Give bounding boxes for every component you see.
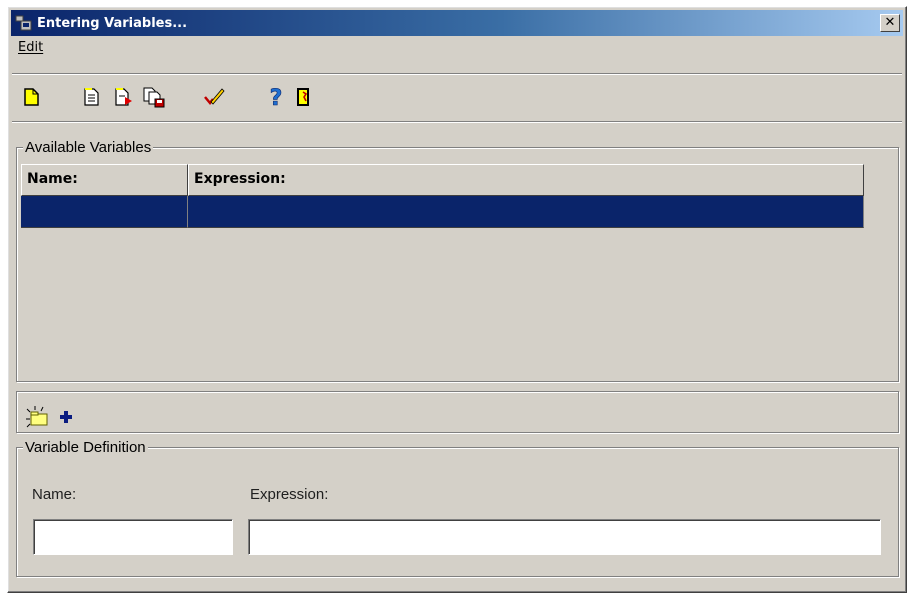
variable-definition-title: Variable Definition [23,439,148,456]
cell-expression[interactable] [188,196,864,228]
close-button[interactable]: ✕ [880,14,900,32]
save-icon[interactable] [142,85,166,109]
menu-bar: Edit [12,37,49,57]
svg-text:?: ? [270,86,283,109]
check-icon[interactable] [202,85,226,109]
entering-variables-window: Entering Variables... ✕ Edit ? Available… [7,6,907,593]
name-label: Name: [32,486,77,503]
expression-input[interactable] [248,519,881,555]
window-title: Entering Variables... [37,15,188,31]
expression-label: Expression: [250,486,329,503]
new-document-icon[interactable] [20,85,44,109]
document-export-icon[interactable] [112,85,136,109]
cell-name[interactable] [21,196,188,228]
app-icon [15,14,33,32]
document-icon[interactable] [80,85,104,109]
table-header: Name: Expression: [21,164,864,196]
name-input[interactable] [33,519,233,555]
title-bar[interactable]: Entering Variables... ✕ [11,10,903,36]
new-folder-icon[interactable] [25,405,51,432]
available-variables-title: Available Variables [23,139,154,156]
column-header-expression[interactable]: Expression: [188,164,864,196]
actions-bar-frame [16,391,899,433]
toolbar-separator-top [12,73,902,75]
menu-edit[interactable]: Edit [12,40,49,55]
column-header-name[interactable]: Name: [21,164,188,196]
add-icon[interactable] [59,410,73,427]
help-icon[interactable]: ? [264,85,288,112]
exit-icon[interactable] [292,85,316,109]
variables-table: Name: Expression: [21,164,864,228]
variable-definition-group: Variable Definition [16,439,899,577]
table-row[interactable] [21,196,864,228]
actions-bar [25,403,73,433]
toolbar: ? [16,85,896,115]
toolbar-separator-bottom [12,121,902,123]
